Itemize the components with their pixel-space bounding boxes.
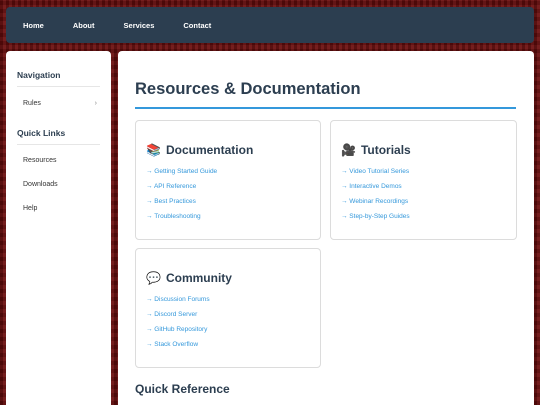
page-title: Resources & Documentation bbox=[135, 80, 516, 109]
link-troubleshooting[interactable]: → Troubleshooting bbox=[146, 209, 310, 224]
top-navigation-bar: Home About Services Contact bbox=[6, 7, 534, 43]
card-title-text: Documentation bbox=[165, 143, 254, 157]
sidebar-item-rules[interactable]: Rules › bbox=[17, 93, 100, 114]
link-github-repository[interactable]: → GitHub Repository bbox=[146, 322, 310, 337]
main-content: Resources & Documentation 📚 Documentatio… bbox=[118, 51, 534, 405]
link-discussion-forums[interactable]: → Discussion Forums bbox=[146, 292, 310, 307]
nav-link-home[interactable]: Home bbox=[23, 21, 44, 30]
quick-reference-heading: Quick Reference bbox=[135, 382, 230, 396]
link-discord-server[interactable]: → Discord Server bbox=[146, 307, 310, 322]
sidebar-item-label: Rules bbox=[23, 100, 41, 107]
card-title: 🎥 Tutorials bbox=[341, 143, 506, 157]
nav-link-about[interactable]: About bbox=[73, 21, 95, 30]
link-getting-started-guide[interactable]: → Getting Started Guide bbox=[146, 164, 310, 179]
sidebar: Navigation Rules › Quick Links Resources… bbox=[6, 51, 111, 405]
sidebar-heading-navigation: Navigation bbox=[17, 51, 100, 87]
card-title-text: Tutorials bbox=[360, 143, 411, 157]
link-best-practices[interactable]: → Best Practices bbox=[146, 194, 310, 209]
sidebar-item-downloads[interactable]: Downloads bbox=[17, 173, 100, 197]
link-video-tutorial-series[interactable]: → Video Tutorial Series bbox=[341, 164, 506, 179]
sidebar-item-resources[interactable]: Resources bbox=[17, 149, 100, 173]
chevron-right-icon: › bbox=[94, 100, 97, 107]
community-card: 💬 Community → Discussion Forums → Discor… bbox=[135, 248, 321, 368]
link-interactive-demos[interactable]: → Interactive Demos bbox=[341, 179, 506, 194]
link-step-by-step-guides[interactable]: → Step-by-Step Guides bbox=[341, 209, 506, 224]
card-title-text: Community bbox=[165, 271, 232, 285]
tutorials-card: 🎥 Tutorials → Video Tutorial Series → In… bbox=[330, 120, 517, 240]
speech-bubble-icon: 💬 bbox=[146, 271, 161, 285]
link-api-reference[interactable]: → API Reference bbox=[146, 179, 310, 194]
card-title: 📚 Documentation bbox=[146, 143, 310, 157]
sidebar-item-help[interactable]: Help bbox=[17, 197, 100, 221]
card-title: 💬 Community bbox=[146, 271, 310, 285]
video-camera-icon: 🎥 bbox=[341, 143, 356, 157]
sidebar-heading-quick-links: Quick Links bbox=[17, 114, 100, 145]
books-icon: 📚 bbox=[146, 143, 161, 157]
documentation-card: 📚 Documentation → Getting Started Guide … bbox=[135, 120, 321, 240]
link-webinar-recordings[interactable]: → Webinar Recordings bbox=[341, 194, 506, 209]
link-stack-overflow[interactable]: → Stack Overflow bbox=[146, 337, 310, 352]
nav-link-services[interactable]: Services bbox=[124, 21, 155, 30]
nav-link-contact[interactable]: Contact bbox=[183, 21, 211, 30]
